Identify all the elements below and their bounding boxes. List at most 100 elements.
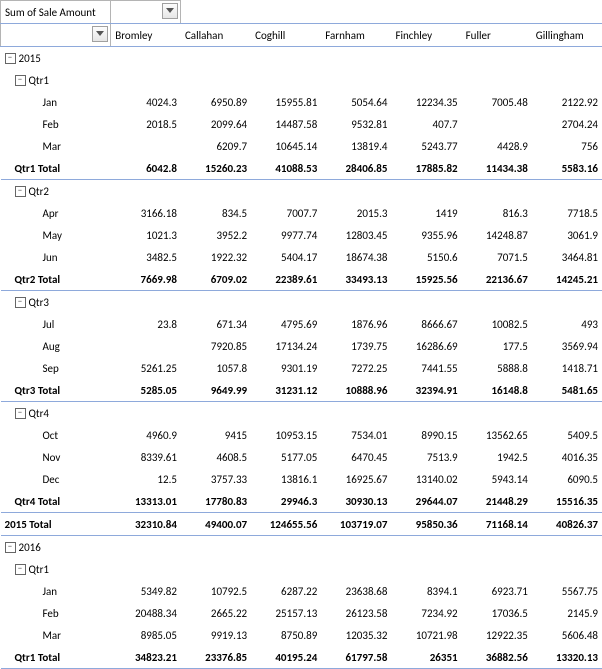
- value-cell: [391, 402, 461, 425]
- value-cell: 2015.3: [321, 202, 391, 224]
- column-header[interactable]: Bromley: [111, 24, 181, 47]
- value-cell: 5606.48: [532, 624, 602, 646]
- row-label[interactable]: −Qtr2: [1, 180, 111, 203]
- value-cell: 71168.14: [462, 513, 532, 536]
- value-cell: 407.7: [391, 113, 461, 135]
- collapse-icon[interactable]: −: [5, 53, 16, 64]
- row-label: 2015 Total: [1, 513, 111, 536]
- value-cell: [251, 69, 321, 91]
- column-header[interactable]: Finchley: [391, 24, 461, 47]
- column-header[interactable]: Callahan: [181, 24, 251, 47]
- value-cell: 7007.7: [251, 202, 321, 224]
- value-cell: 32394.91: [391, 379, 461, 402]
- value-cell: 25157.13: [251, 602, 321, 624]
- row-label-text: Mar: [43, 140, 62, 153]
- row-filter-cell[interactable]: [1, 24, 111, 47]
- value-cell: [111, 536, 181, 559]
- value-cell: [251, 180, 321, 203]
- row-label-text: Qtr1: [29, 74, 50, 87]
- collapse-icon[interactable]: −: [15, 297, 26, 308]
- value-cell: 5261.25: [111, 357, 181, 379]
- row-label[interactable]: −Qtr4: [1, 402, 111, 425]
- value-cell: 17780.83: [181, 490, 251, 513]
- value-cell: 7005.48: [462, 91, 532, 113]
- row-label: Dec: [1, 468, 111, 490]
- value-cell: 3166.18: [111, 202, 181, 224]
- value-cell: 23376.85: [181, 646, 251, 669]
- row-label-text: Qtr1 Total: [15, 162, 61, 175]
- value-cell: 3757.33: [181, 468, 251, 490]
- column-header[interactable]: Coghill: [251, 24, 321, 47]
- value-cell: 9355.96: [391, 224, 461, 246]
- value-cell: 95850.36: [391, 513, 461, 536]
- value-cell: 4608.5: [181, 446, 251, 468]
- value-cell: 10645.14: [251, 135, 321, 157]
- value-cell: [111, 291, 181, 314]
- value-cell: 7071.5: [462, 246, 532, 268]
- value-cell: 22136.67: [462, 268, 532, 291]
- row-label[interactable]: −Qtr3: [1, 291, 111, 314]
- value-cell: 16148.8: [462, 379, 532, 402]
- value-cell: 5349.82: [111, 580, 181, 602]
- row-label[interactable]: −2015: [1, 47, 111, 70]
- value-cell: 5567.75: [532, 580, 602, 602]
- collapse-icon[interactable]: −: [15, 408, 26, 419]
- column-filter-cell[interactable]: [111, 1, 181, 24]
- row-label[interactable]: −Qtr1: [1, 69, 111, 91]
- value-cell: 12234.35: [391, 91, 461, 113]
- value-cell: 40195.24: [251, 646, 321, 669]
- row-label: Mar: [1, 624, 111, 646]
- value-cell: 14248.87: [462, 224, 532, 246]
- row-label-text: Qtr4: [29, 407, 50, 420]
- value-cell: 1418.71: [532, 357, 602, 379]
- column-header[interactable]: Farnham: [321, 24, 391, 47]
- value-cell: 756: [532, 135, 602, 157]
- value-cell: 15260.23: [181, 157, 251, 180]
- value-cell: 9977.74: [251, 224, 321, 246]
- value-cell: 13313.01: [111, 490, 181, 513]
- column-filter-dropdown-icon[interactable]: [162, 3, 178, 19]
- collapse-icon[interactable]: −: [5, 542, 16, 553]
- value-cell: 4960.9: [111, 424, 181, 446]
- value-cell: [462, 536, 532, 559]
- row-label[interactable]: −2016: [1, 536, 111, 559]
- value-cell: 6090.5: [532, 468, 602, 490]
- value-cell: 2145.9: [532, 602, 602, 624]
- value-cell: [251, 47, 321, 70]
- value-cell: [532, 47, 602, 70]
- value-cell: 5243.77: [391, 135, 461, 157]
- value-cell: 28406.85: [321, 157, 391, 180]
- collapse-icon[interactable]: −: [15, 186, 26, 197]
- value-cell: [251, 536, 321, 559]
- row-filter-dropdown-icon[interactable]: [92, 26, 108, 42]
- value-cell: [532, 180, 602, 203]
- value-cell: 49400.07: [181, 513, 251, 536]
- value-cell: 26351: [391, 646, 461, 669]
- row-label: Jul: [1, 313, 111, 335]
- value-cell: 1942.5: [462, 446, 532, 468]
- value-cell: 23638.68: [321, 580, 391, 602]
- value-cell: 2099.64: [181, 113, 251, 135]
- row-label-text: Jun: [43, 251, 58, 264]
- value-cell: 30930.13: [321, 490, 391, 513]
- value-cell: 5150.6: [391, 246, 461, 268]
- row-label: Feb: [1, 602, 111, 624]
- row-label-text: Aug: [43, 340, 60, 353]
- row-label[interactable]: −Qtr1: [1, 558, 111, 580]
- row-label: Qtr1 Total: [1, 157, 111, 180]
- value-cell: 14487.58: [251, 113, 321, 135]
- value-cell: [462, 47, 532, 70]
- column-header[interactable]: Fuller: [462, 24, 532, 47]
- value-cell: 16286.69: [391, 335, 461, 357]
- collapse-icon[interactable]: −: [15, 564, 26, 575]
- value-cell: 5888.8: [462, 357, 532, 379]
- row-label-text: Qtr3: [29, 296, 50, 309]
- column-header[interactable]: Gillingham: [532, 24, 602, 47]
- value-cell: [462, 291, 532, 314]
- value-cell: [532, 402, 602, 425]
- value-cell: [532, 558, 602, 580]
- collapse-icon[interactable]: −: [15, 75, 26, 86]
- row-label-text: Nov: [43, 451, 61, 464]
- value-cell: 7534.01: [321, 424, 391, 446]
- value-cell: [111, 558, 181, 580]
